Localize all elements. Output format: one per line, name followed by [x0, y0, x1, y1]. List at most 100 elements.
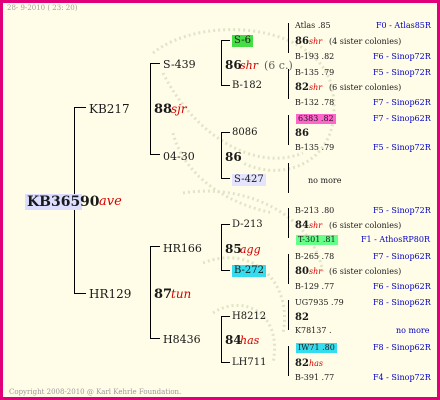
- gen4-colony-name[interactable]: 6383 .82: [296, 114, 336, 124]
- gen3-colony-name[interactable]: H8212: [232, 312, 266, 322]
- gen4-colony-name[interactable]: B-265 .78: [295, 253, 334, 261]
- gen1-colony-number: 88: [154, 102, 173, 117]
- gen2-colony-name[interactable]: HR166: [163, 243, 202, 254]
- gen4-colony-name[interactable]: K78137 .: [295, 327, 332, 335]
- gen4-colony-name[interactable]: B-135 .79: [295, 144, 334, 152]
- gen3-colony-number: 82: [295, 82, 309, 93]
- connector: [74, 293, 86, 294]
- connector: [221, 40, 230, 41]
- connector: [150, 63, 160, 64]
- gen4-colony-code: F7 - Sinop62R: [373, 252, 431, 261]
- gen3-colony-number: 86: [295, 128, 309, 139]
- connector: [288, 254, 289, 284]
- gen4-colony-name[interactable]: B-213 .80: [295, 207, 334, 215]
- sister-colonies-note: (6 sister colonies): [329, 221, 402, 230]
- connector: [150, 154, 160, 155]
- gen4-colony-name[interactable]: IW71 .80: [296, 343, 337, 353]
- connector: [221, 362, 230, 363]
- connector: [74, 107, 86, 108]
- gen1-colony-name[interactable]: KB217: [89, 103, 130, 115]
- gen2-colony-number: 86: [225, 150, 242, 164]
- connector: [288, 163, 289, 193]
- no-more-text: no more: [308, 176, 342, 185]
- connector: [221, 132, 230, 133]
- gen2-colony-note: (6 c.): [264, 59, 293, 72]
- connector: [221, 316, 222, 362]
- connector: [221, 178, 230, 179]
- connector: [221, 270, 230, 271]
- gen4-colony-code: F5 - Sinop72R: [373, 143, 431, 152]
- copyright: Copyright 2008-2010 @ Karl Kehrle Founda…: [9, 388, 182, 396]
- gen3-colony-tag: shr: [309, 83, 323, 92]
- gen1-colony-tag: sjr: [171, 102, 187, 116]
- gen3-colony-tag: shr: [309, 221, 323, 230]
- root-colony-number: 90: [80, 194, 100, 210]
- connector: [288, 69, 289, 99]
- connector: [288, 23, 289, 53]
- gen4-colony-code: F0 - Atlas85R: [376, 21, 431, 30]
- connector: [221, 224, 222, 270]
- gen4-colony-code: F6 - Sinop62R: [373, 282, 431, 291]
- gen3-colony-number: 84: [295, 220, 309, 231]
- root-colony-name[interactable]: KB365: [25, 194, 83, 210]
- gen2-colony-tag: shr: [240, 59, 258, 72]
- gen4-colony-name[interactable]: Atlas .85: [295, 22, 331, 30]
- gen4-colony-code: F7 - Sinop62R: [373, 98, 431, 107]
- gen2-colony-name[interactable]: S-439: [163, 59, 196, 70]
- gen3-colony-name[interactable]: 8086: [232, 128, 257, 138]
- sister-colonies-note: (4 sister colonies): [329, 37, 402, 46]
- gen3-colony-tag: has: [309, 359, 324, 368]
- sister-colonies-note: (6 sister colonies): [329, 267, 402, 276]
- connector: [221, 85, 230, 86]
- connector: [150, 246, 160, 247]
- connector: [288, 208, 289, 238]
- gen1-colony-name[interactable]: HR129: [89, 288, 131, 300]
- gen4-colony-code: F8 - Sinop62R: [373, 343, 431, 352]
- connector: [150, 246, 151, 338]
- gen3-colony-name[interactable]: S-427: [232, 174, 266, 186]
- connector: [221, 316, 230, 317]
- gen4-colony-code: F7 - Sinop62R: [373, 114, 431, 123]
- gen4-colony-name[interactable]: B-391 .77: [295, 374, 334, 382]
- gen2-colony-name[interactable]: 04-30: [163, 151, 195, 162]
- gen4-colony-code: no more: [396, 326, 430, 335]
- gen4-colony-code: F5 - Sinop72R: [373, 206, 431, 215]
- gen4-colony-name[interactable]: B-132 .78: [295, 99, 334, 107]
- gen2-colony-tag: agg: [240, 243, 261, 256]
- gen4-colony-name[interactable]: T-301 .81: [296, 235, 338, 245]
- gen4-colony-code: F5 - Sinop72R: [373, 68, 431, 77]
- report-date: 28- 9-2010 ( 23: 20): [7, 4, 78, 12]
- connector: [221, 224, 230, 225]
- gen4-colony-name[interactable]: B-135 .79: [295, 69, 334, 77]
- gen2-colony-name[interactable]: H8436: [163, 334, 201, 345]
- connector: [221, 40, 222, 85]
- gen4-colony-name[interactable]: B-129 .77: [295, 283, 334, 291]
- root-colony-tag: ave: [99, 194, 122, 209]
- gen4-colony-name[interactable]: UG7935 .79: [295, 299, 344, 307]
- gen3-colony-name[interactable]: B-272: [232, 265, 266, 277]
- connector: [288, 300, 289, 330]
- gen3-colony-number: 82: [295, 358, 309, 369]
- gen4-colony-code: F6 - Sinop72R: [373, 52, 431, 61]
- gen3-colony-name[interactable]: B-182: [232, 81, 262, 91]
- gen3-colony-number: 80: [295, 266, 309, 277]
- pedigree-frame: 28- 9-2010 ( 23: 20) KB365 90 ave KB217 …: [0, 0, 440, 400]
- connector: [288, 115, 289, 145]
- gen3-colony-tag: shr: [309, 37, 323, 46]
- gen3-colony-name[interactable]: S-6: [232, 35, 253, 47]
- gen3-colony-tag: shr: [309, 267, 323, 276]
- gen4-colony-code: F1 - AthosRP80R: [361, 235, 430, 244]
- sister-colonies-note: (6 sister colonies): [329, 83, 402, 92]
- connector: [150, 63, 151, 154]
- gen4-colony-code: F8 - Sinop62R: [373, 298, 431, 307]
- gen2-colony-tag: has: [240, 334, 260, 347]
- gen1-colony-tag: tun: [171, 287, 192, 301]
- connector: [288, 346, 289, 376]
- gen4-colony-code: F4 - Sinop72R: [373, 373, 431, 382]
- connector: [221, 132, 222, 178]
- gen4-colony-name[interactable]: B-193 .82: [295, 53, 334, 61]
- gen3-colony-name[interactable]: D-213: [232, 220, 263, 230]
- gen3-colony-number: 82: [295, 312, 309, 323]
- gen3-colony-name[interactable]: LH711: [232, 358, 266, 368]
- gen3-colony-number: 86: [295, 36, 309, 47]
